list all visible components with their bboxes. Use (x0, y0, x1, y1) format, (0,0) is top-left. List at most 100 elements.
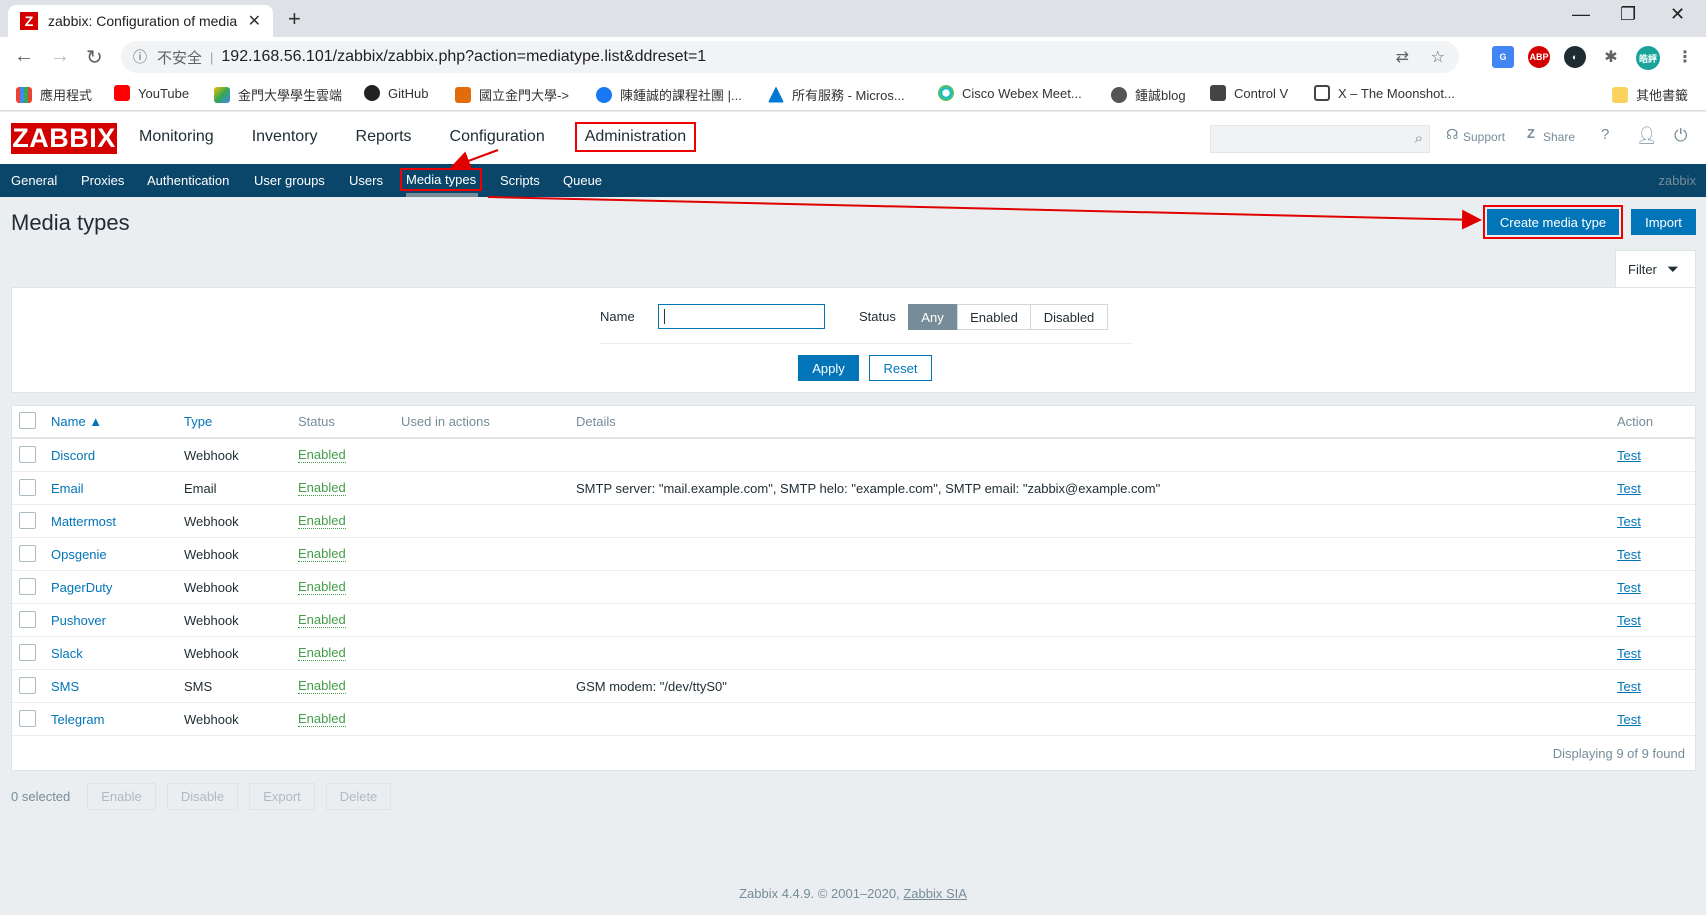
support-link[interactable]: Support (1463, 130, 1505, 144)
menu-configuration[interactable]: Configuration (442, 128, 553, 152)
status-disabled-radio[interactable]: Disabled (1030, 304, 1108, 330)
media-name-link[interactable]: Slack (51, 646, 83, 661)
media-name-link[interactable]: Telegram (51, 712, 104, 727)
submenu-media-types[interactable]: Media types (400, 168, 483, 191)
test-link[interactable]: Test (1617, 679, 1641, 694)
bookmark-webex[interactable]: Cisco Webex Meet... (938, 85, 1082, 101)
row-checkbox[interactable] (19, 479, 36, 496)
bookmark-azure[interactable]: 所有服務 - Micros... (768, 85, 905, 104)
media-name-link[interactable]: Email (51, 481, 84, 496)
test-link[interactable]: Test (1617, 646, 1641, 661)
bookmark-nqu[interactable]: 國立金門大學-> (455, 85, 569, 104)
bookmark-apps[interactable]: 應用程式 (16, 85, 92, 104)
google-translate-ext-icon[interactable]: G (1492, 46, 1514, 68)
sign-out-icon[interactable]: ⏻ (1674, 126, 1687, 146)
media-name-link[interactable]: Mattermost (51, 514, 116, 529)
adblock-ext-icon[interactable]: ABP (1528, 46, 1550, 68)
media-name-link[interactable]: SMS (51, 679, 79, 694)
row-checkbox[interactable] (19, 545, 36, 562)
browser-tab[interactable]: Z zabbix: Configuration of media ✕ (8, 5, 273, 37)
bookmark-other[interactable]: 其他書籤 (1612, 85, 1688, 104)
url-omnibox[interactable]: ⓘ 不安全 | 192.168.56.101/zabbix/zabbix.php… (121, 41, 1459, 73)
col-name-header[interactable]: Name ▲ (51, 414, 102, 429)
status-toggle-link[interactable]: Enabled (298, 547, 346, 562)
share-link[interactable]: Share (1543, 130, 1575, 144)
test-link[interactable]: Test (1617, 481, 1641, 496)
submenu-general[interactable]: General (11, 173, 57, 188)
dark-mode-ext-icon[interactable]: ◐ (1564, 46, 1586, 68)
menu-monitoring[interactable]: Monitoring (131, 128, 222, 152)
select-all-checkbox[interactable] (19, 412, 36, 429)
test-link[interactable]: Test (1617, 712, 1641, 727)
mass-delete-button[interactable]: Delete (326, 783, 391, 810)
media-name-link[interactable]: Discord (51, 448, 95, 463)
info-icon[interactable]: ⓘ (133, 47, 147, 67)
media-name-link[interactable]: Opsgenie (51, 547, 107, 562)
submenu-scripts[interactable]: Scripts (500, 173, 540, 188)
status-any-radio[interactable]: Any (908, 304, 957, 330)
filter-toggle-tab[interactable]: Filter ⏷ (1615, 250, 1696, 288)
status-toggle-link[interactable]: Enabled (298, 679, 346, 694)
status-enabled-radio[interactable]: Enabled (957, 304, 1031, 330)
apply-button[interactable]: Apply (798, 355, 859, 381)
restore-icon[interactable]: ❐ (1620, 4, 1636, 25)
forward-icon[interactable]: → (50, 45, 70, 68)
test-link[interactable]: Test (1617, 448, 1641, 463)
test-link[interactable]: Test (1617, 580, 1641, 595)
test-link[interactable]: Test (1617, 514, 1641, 529)
status-toggle-link[interactable]: Enabled (298, 646, 346, 661)
bookmark-youtube[interactable]: YouTube (114, 85, 189, 101)
user-profile-icon[interactable]: 👤︎ (1636, 126, 1658, 146)
menu-reports[interactable]: Reports (348, 128, 420, 152)
status-toggle-link[interactable]: Enabled (298, 580, 346, 595)
menu-inventory[interactable]: Inventory (244, 128, 326, 152)
row-checkbox[interactable] (19, 446, 36, 463)
help-icon[interactable]: ? (1601, 126, 1609, 143)
bookmark-controlv[interactable]: Control V (1210, 85, 1288, 101)
test-link[interactable]: Test (1617, 613, 1641, 628)
mass-disable-button[interactable]: Disable (167, 783, 238, 810)
row-checkbox[interactable] (19, 578, 36, 595)
reload-icon[interactable]: ↻ (86, 45, 103, 70)
reset-button[interactable]: Reset (869, 355, 932, 381)
submenu-proxies[interactable]: Proxies (81, 173, 124, 188)
media-name-link[interactable]: Pushover (51, 613, 106, 628)
bookmark-github[interactable]: GitHub (364, 85, 428, 101)
status-toggle-link[interactable]: Enabled (298, 481, 346, 496)
bookmark-blog[interactable]: 鍾誠blog (1111, 85, 1186, 104)
row-checkbox[interactable] (19, 710, 36, 727)
status-toggle-link[interactable]: Enabled (298, 514, 346, 529)
minimize-icon[interactable]: — (1572, 4, 1590, 25)
mass-export-button[interactable]: Export (249, 783, 315, 810)
status-toggle-link[interactable]: Enabled (298, 448, 346, 463)
filter-name-input[interactable] (658, 304, 825, 329)
row-checkbox[interactable] (19, 677, 36, 694)
browser-menu-icon[interactable]: ⋮ (1674, 46, 1696, 68)
test-link[interactable]: Test (1617, 547, 1641, 562)
bookmark-moonshot[interactable]: X – The Moonshot... (1314, 85, 1455, 101)
status-toggle-link[interactable]: Enabled (298, 613, 346, 628)
mass-enable-button[interactable]: Enable (87, 783, 156, 810)
window-close-icon[interactable]: ✕ (1670, 4, 1685, 25)
extensions-puzzle-icon[interactable]: ✱ (1600, 46, 1622, 68)
zabbix-logo[interactable]: ZABBIX (11, 123, 117, 154)
bookmark-star-icon[interactable]: ☆ (1431, 47, 1445, 67)
submenu-authentication[interactable]: Authentication (147, 173, 229, 188)
new-tab-icon[interactable]: + (288, 6, 301, 32)
back-icon[interactable]: ← (14, 45, 34, 68)
create-media-type-button[interactable]: Create media type (1483, 205, 1623, 239)
row-checkbox[interactable] (19, 512, 36, 529)
zabbix-sia-link[interactable]: Zabbix SIA (903, 886, 967, 901)
url-text[interactable]: 192.168.56.101/zabbix/zabbix.php?action=… (221, 48, 706, 66)
submenu-user-groups[interactable]: User groups (254, 173, 325, 188)
translate-icon[interactable]: ⇄ (1396, 47, 1409, 67)
row-checkbox[interactable] (19, 644, 36, 661)
row-checkbox[interactable] (19, 611, 36, 628)
profile-avatar[interactable]: 皓評 (1636, 46, 1660, 70)
global-search-input[interactable]: ⌕ (1210, 125, 1430, 153)
menu-administration[interactable]: Administration (574, 122, 697, 152)
submenu-users[interactable]: Users (349, 173, 383, 188)
bookmark-drive[interactable]: 金門大學學生雲端 (214, 85, 342, 104)
col-type-header[interactable]: Type (184, 414, 212, 429)
close-icon[interactable]: ✕ (248, 11, 261, 31)
